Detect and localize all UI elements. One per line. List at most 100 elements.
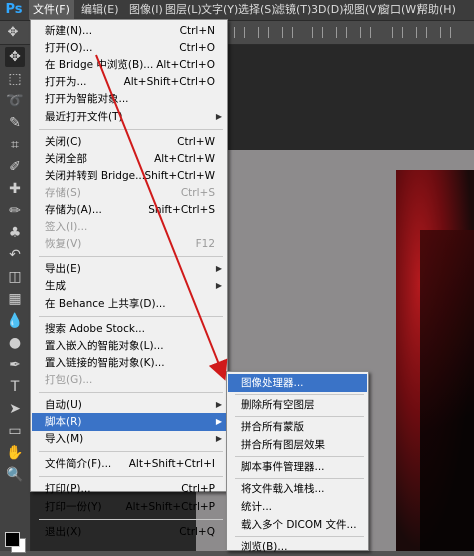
file_menu-item-21[interactable]: 置入链接的智能对象(K)... [32,354,226,372]
menu-item-shortcut: Ctrl+N [179,25,215,37]
distribute-middle-icon[interactable] [336,27,347,38]
blur-tool-icon[interactable]: 💧 [5,311,25,331]
menu-item-shortcut: Alt+Ctrl+O [156,59,215,72]
menu-item-label: 在 Bridge 中浏览(B)... [45,59,154,72]
align-center-icon[interactable] [258,27,269,38]
file_menu-item-33[interactable]: 退出(X) Ctrl+Q [32,523,226,541]
zoom-tool-icon[interactable]: 🔍 [5,465,25,485]
menu-item-label: 打开为... [45,76,87,89]
shape-tool-icon[interactable]: ▭ [5,421,25,441]
file_menu-item-7[interactable]: 关闭(C) Ctrl+W [32,133,226,151]
marquee-tool-icon[interactable]: ⬚ [5,69,25,89]
script_submenu-item-5[interactable]: 拼合所有图层效果 [228,436,367,454]
file_menu-item-10: 存储(S) Ctrl+S [32,184,226,202]
submenu-arrow-icon: ▶ [215,434,222,444]
menu-item-label: 打开为智能对象... [45,93,129,106]
menu-separator [235,536,364,537]
type-tool-icon[interactable]: T [5,377,25,397]
menu-item-label: 关闭全部 [45,152,87,165]
menu-separator [39,476,223,478]
pen-tool-icon[interactable]: ✒ [5,355,25,375]
menu-item-shortcut: Alt+Shift+Ctrl+O [123,76,215,89]
menu-item-shortcut: Shift+Ctrl+S [148,204,215,216]
brush-tool-icon[interactable]: ✏ [5,201,25,221]
menu-item-shortcut: Alt+Shift+Ctrl+P [125,500,216,513]
menu-item-label: 关闭并转到 Bridge... [45,169,146,182]
menu-item-label: 退出(X) [45,525,82,538]
path-select-tool-icon[interactable]: ➤ [5,399,25,419]
menu-separator [235,416,364,417]
script_submenu-item-4[interactable]: 拼合所有蒙版 [228,418,367,436]
lasso-tool-icon[interactable]: ➰ [5,91,25,111]
quick-select-tool-icon[interactable]: ✎ [5,113,25,133]
menu-separator [235,456,364,457]
healing-tool-icon[interactable]: ✚ [5,179,25,199]
file_menu-item-26[interactable]: 导入(M) ▶ [32,430,226,448]
file_menu-item-15[interactable]: 导出(E) ▶ [32,260,226,278]
script_submenu-item-0[interactable]: 图像处理器... [228,374,367,392]
file_menu-item-9[interactable]: 关闭并转到 Bridge... Shift+Ctrl+W [32,167,226,185]
script_submenu-item-7[interactable]: 脚本事件管理器... [228,458,367,476]
file_menu-item-3[interactable]: 打开为... Alt+Shift+Ctrl+O [32,73,226,91]
file_menu-item-8[interactable]: 关闭全部 Alt+Ctrl+W [32,150,226,168]
file_menu-item-4[interactable]: 打开为智能对象... [32,90,226,108]
hand-tool-icon[interactable]: ✋ [5,443,25,463]
file_menu-item-5[interactable]: 最近打开文件(T) ▶ [32,108,226,126]
menu-item-label: 签入(I)... [45,221,88,234]
align-left-icon[interactable] [234,27,245,38]
dodge-tool-icon[interactable]: ● [5,333,25,353]
crop-tool-icon[interactable]: ⌗ [5,135,25,155]
file-menu-dropdown: 新建(N)... Ctrl+N 打开(O)... Ctrl+O 在 Bridge 中浏览… [30,19,228,538]
file_menu-item-24[interactable]: 自动(U) ▶ [32,396,226,414]
menu-item-label: 拼合所有图层效果 [241,439,325,451]
file_menu-item-25[interactable]: 脚本(R) ▶ [32,413,226,432]
file_menu-item-17[interactable]: 在 Behance 上共享(D)... [32,295,226,313]
menu-item-label: 将文件载入堆栈... [241,483,325,495]
file_menu-item-1[interactable]: 打开(O)... Ctrl+O [32,39,226,57]
align-right-icon[interactable] [282,27,293,38]
script_submenu-item-2[interactable]: 删除所有空图层 [228,396,367,414]
menu-item-label: 置入链接的智能对象(K)... [45,356,165,369]
menu-item-label: 新建(N)... [45,25,93,37]
menu-bar: Ps 文件(F) 编辑(E) 图像(I) 图层(L) 文字(Y) 选择(S) 滤镜(T) 3D… [0,0,474,21]
script_submenu-item-11[interactable]: 载入多个 DICOM 文件... [228,516,367,534]
script_submenu-item-13[interactable]: 浏览(B)... [228,538,367,556]
file_menu-item-11[interactable]: 存储为(A)... Shift+Ctrl+S [32,201,226,219]
file_menu-item-20[interactable]: 置入嵌入的智能对象(L)... [32,337,226,355]
file_menu-item-16[interactable]: 生成 ▶ [32,277,226,295]
file_menu-item-22: 打包(G)... [32,371,226,389]
menubar-item-11[interactable]: 帮助(H) [413,0,460,20]
menu-item-label: 打开(O)... [45,42,93,55]
eyedropper-tool-icon[interactable]: ✐ [5,157,25,177]
menu-item-label: 打包(G)... [45,373,93,386]
distribute-center-icon[interactable] [416,27,427,38]
move-tool-icon[interactable]: ✥ [5,47,25,67]
script_submenu-item-10[interactable]: 统计... [228,498,367,516]
stamp-tool-icon[interactable]: ♣ [5,223,25,243]
menubar-item-2[interactable]: 编辑(E) [77,0,123,20]
menu-item-label: 置入嵌入的智能对象(L)... [45,339,164,352]
file_menu-item-2[interactable]: 在 Bridge 中浏览(B)... Alt+Ctrl+O [32,56,226,74]
file_menu-item-30[interactable]: 打印(P)... Ctrl+P [32,480,226,498]
file_menu-item-28[interactable]: 文件简介(F)... Alt+Shift+Ctrl+I [32,455,226,473]
distribute-top-icon[interactable] [312,27,323,38]
eraser-tool-icon[interactable]: ◫ [5,267,25,287]
distribute-left-icon[interactable] [392,27,403,38]
move-icon[interactable]: ✥ [3,23,23,43]
distribute-right-icon[interactable] [440,27,451,38]
menu-item-label: 脚本事件管理器... [241,461,325,473]
menubar-item-1[interactable]: 文件(F) [29,0,74,20]
foreground-color-swatch[interactable] [5,532,20,547]
photo-shadow [420,230,474,551]
gradient-tool-icon[interactable]: ▦ [5,289,25,309]
menu-separator [39,128,223,130]
file_menu-item-19[interactable]: 搜索 Adobe Stock... [32,320,226,338]
menu-item-label: 搜索 Adobe Stock... [45,322,145,335]
distribute-bottom-icon[interactable] [360,27,371,38]
script_submenu-item-9[interactable]: 将文件载入堆栈... [228,480,367,498]
file_menu-item-31[interactable]: 打印一份(Y) Alt+Shift+Ctrl+P [32,498,226,516]
menu-item-label: 载入多个 DICOM 文件... [241,519,357,531]
menu-item-label: 生成 [45,280,66,293]
history-brush-tool-icon[interactable]: ↶ [5,245,25,265]
file_menu-item-0[interactable]: 新建(N)... Ctrl+N [32,22,226,40]
